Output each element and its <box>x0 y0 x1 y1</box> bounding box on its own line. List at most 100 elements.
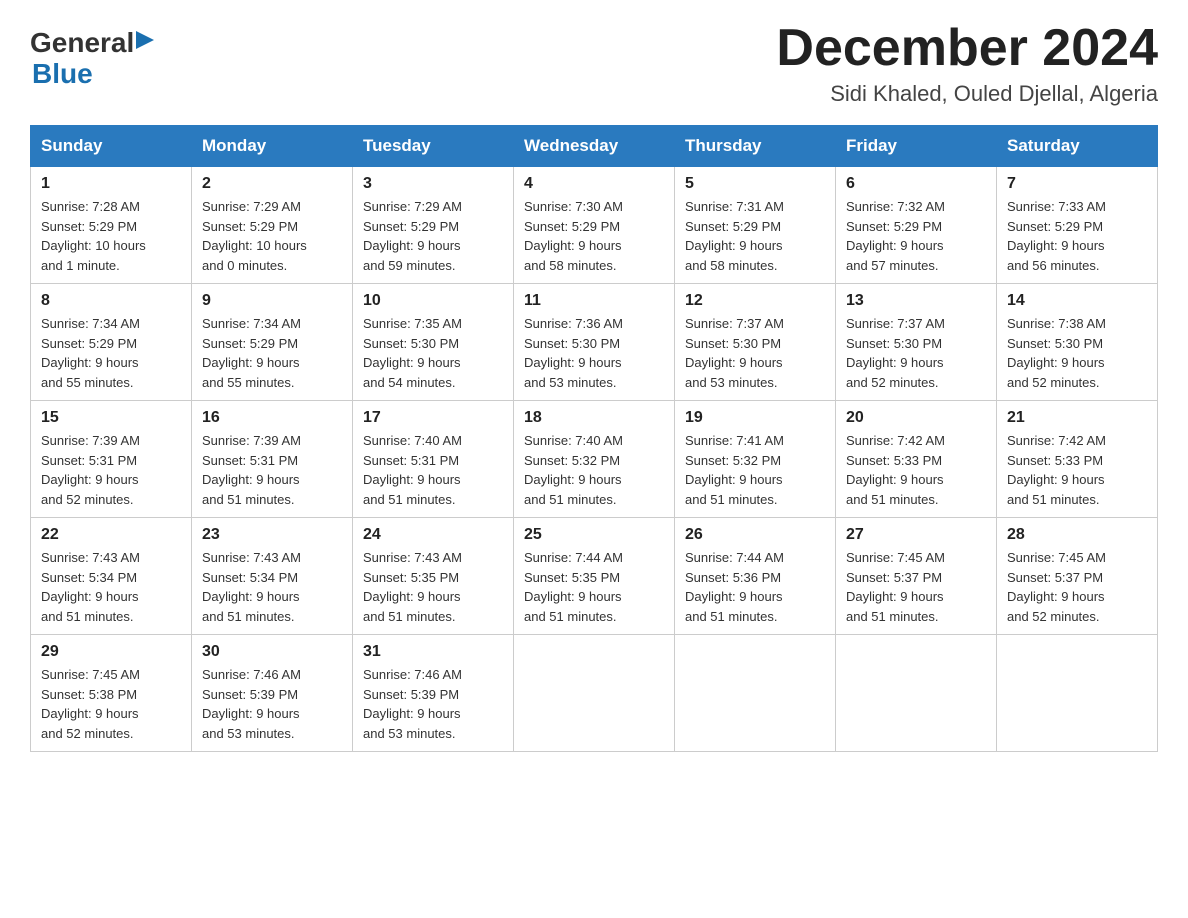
weekday-header-row: SundayMondayTuesdayWednesdayThursdayFrid… <box>31 126 1158 167</box>
day-number: 22 <box>41 526 181 544</box>
calendar-cell <box>836 635 997 752</box>
weekday-header-saturday: Saturday <box>997 126 1158 167</box>
day-info: Sunrise: 7:45 AMSunset: 5:37 PMDaylight:… <box>846 548 986 626</box>
day-info: Sunrise: 7:39 AMSunset: 5:31 PMDaylight:… <box>41 431 181 509</box>
day-info: Sunrise: 7:44 AMSunset: 5:36 PMDaylight:… <box>685 548 825 626</box>
day-number: 19 <box>685 409 825 427</box>
calendar-subtitle: Sidi Khaled, Ouled Djellal, Algeria <box>776 81 1158 107</box>
calendar-cell: 7 Sunrise: 7:33 AMSunset: 5:29 PMDaylight… <box>997 167 1158 284</box>
day-info: Sunrise: 7:31 AMSunset: 5:29 PMDaylight:… <box>685 197 825 275</box>
day-number: 4 <box>524 175 664 193</box>
calendar-cell: 27 Sunrise: 7:45 AMSunset: 5:37 PMDayligh… <box>836 518 997 635</box>
calendar-cell: 21 Sunrise: 7:42 AMSunset: 5:33 PMDayligh… <box>997 401 1158 518</box>
day-number: 7 <box>1007 175 1147 193</box>
calendar-cell: 18Sunrise: 7:40 AMSunset: 5:32 PMDayligh… <box>514 401 675 518</box>
day-info: Sunrise: 7:37 AMSunset: 5:30 PMDaylight:… <box>685 314 825 392</box>
calendar-cell: 6Sunrise: 7:32 AMSunset: 5:29 PMDaylight… <box>836 167 997 284</box>
calendar-week-row: 8 Sunrise: 7:34 AMSunset: 5:29 PMDaylight… <box>31 284 1158 401</box>
calendar-cell: 24 Sunrise: 7:43 AMSunset: 5:35 PMDayligh… <box>353 518 514 635</box>
day-info: Sunrise: 7:45 AMSunset: 5:38 PMDaylight:… <box>41 665 181 743</box>
day-info: Sunrise: 7:39 AMSunset: 5:31 PMDaylight:… <box>202 431 342 509</box>
day-info: Sunrise: 7:35 AMSunset: 5:30 PMDaylight:… <box>363 314 503 392</box>
day-info: Sunrise: 7:43 AMSunset: 5:34 PMDaylight:… <box>202 548 342 626</box>
day-info: Sunrise: 7:46 AMSunset: 5:39 PMDaylight:… <box>363 665 503 743</box>
calendar-cell <box>997 635 1158 752</box>
day-info: Sunrise: 7:41 AMSunset: 5:32 PMDaylight:… <box>685 431 825 509</box>
calendar-cell: 23 Sunrise: 7:43 AMSunset: 5:34 PMDayligh… <box>192 518 353 635</box>
day-info: Sunrise: 7:29 AMSunset: 5:29 PMDaylight:… <box>202 197 342 275</box>
day-info: Sunrise: 7:42 AMSunset: 5:33 PMDaylight:… <box>846 431 986 509</box>
day-number: 25 <box>524 526 664 544</box>
day-number: 5 <box>685 175 825 193</box>
day-number: 12 <box>685 292 825 310</box>
calendar-cell: 3 Sunrise: 7:29 AMSunset: 5:29 PMDaylight… <box>353 167 514 284</box>
calendar-cell: 31 Sunrise: 7:46 AMSunset: 5:39 PMDayligh… <box>353 635 514 752</box>
calendar-cell: 25 Sunrise: 7:44 AMSunset: 5:35 PMDayligh… <box>514 518 675 635</box>
calendar-cell: 20Sunrise: 7:42 AMSunset: 5:33 PMDayligh… <box>836 401 997 518</box>
day-info: Sunrise: 7:30 AMSunset: 5:29 PMDaylight:… <box>524 197 664 275</box>
calendar-cell <box>675 635 836 752</box>
day-number: 21 <box>1007 409 1147 427</box>
day-number: 8 <box>41 292 181 310</box>
calendar-cell: 28Sunrise: 7:45 AMSunset: 5:37 PMDayligh… <box>997 518 1158 635</box>
calendar-cell <box>514 635 675 752</box>
day-number: 29 <box>41 643 181 661</box>
calendar-cell: 14 Sunrise: 7:38 AMSunset: 5:30 PMDayligh… <box>997 284 1158 401</box>
day-info: Sunrise: 7:37 AMSunset: 5:30 PMDaylight:… <box>846 314 986 392</box>
weekday-header-monday: Monday <box>192 126 353 167</box>
calendar-cell: 30Sunrise: 7:46 AMSunset: 5:39 PMDayligh… <box>192 635 353 752</box>
calendar-cell: 15 Sunrise: 7:39 AMSunset: 5:31 PMDayligh… <box>31 401 192 518</box>
day-number: 15 <box>41 409 181 427</box>
logo-general: General <box>30 28 134 59</box>
calendar-week-row: 22 Sunrise: 7:43 AMSunset: 5:34 PMDayligh… <box>31 518 1158 635</box>
calendar-cell: 26 Sunrise: 7:44 AMSunset: 5:36 PMDayligh… <box>675 518 836 635</box>
day-info: Sunrise: 7:42 AMSunset: 5:33 PMDaylight:… <box>1007 431 1147 509</box>
logo: General Blue <box>30 28 158 90</box>
day-info: Sunrise: 7:40 AMSunset: 5:31 PMDaylight:… <box>363 431 503 509</box>
day-info: Sunrise: 7:34 AMSunset: 5:29 PMDaylight:… <box>202 314 342 392</box>
logo-arrow-icon <box>136 29 158 51</box>
calendar-cell: 5 Sunrise: 7:31 AMSunset: 5:29 PMDaylight… <box>675 167 836 284</box>
calendar-cell: 4 Sunrise: 7:30 AMSunset: 5:29 PMDaylight… <box>514 167 675 284</box>
calendar-cell: 10 Sunrise: 7:35 AMSunset: 5:30 PMDayligh… <box>353 284 514 401</box>
day-info: Sunrise: 7:28 AMSunset: 5:29 PMDaylight:… <box>41 197 181 275</box>
day-info: Sunrise: 7:36 AMSunset: 5:30 PMDaylight:… <box>524 314 664 392</box>
calendar-cell: 29 Sunrise: 7:45 AMSunset: 5:38 PMDayligh… <box>31 635 192 752</box>
day-info: Sunrise: 7:44 AMSunset: 5:35 PMDaylight:… <box>524 548 664 626</box>
calendar-cell: 11 Sunrise: 7:36 AMSunset: 5:30 PMDayligh… <box>514 284 675 401</box>
calendar-table: SundayMondayTuesdayWednesdayThursdayFrid… <box>30 125 1158 752</box>
page-header: General Blue December 2024 Sidi Khaled, … <box>30 20 1158 107</box>
calendar-cell: 13 Sunrise: 7:37 AMSunset: 5:30 PMDayligh… <box>836 284 997 401</box>
day-number: 18 <box>524 409 664 427</box>
day-number: 23 <box>202 526 342 544</box>
calendar-cell: 8 Sunrise: 7:34 AMSunset: 5:29 PMDaylight… <box>31 284 192 401</box>
day-number: 11 <box>524 292 664 310</box>
day-info: Sunrise: 7:38 AMSunset: 5:30 PMDaylight:… <box>1007 314 1147 392</box>
day-number: 3 <box>363 175 503 193</box>
day-info: Sunrise: 7:29 AMSunset: 5:29 PMDaylight:… <box>363 197 503 275</box>
weekday-header-wednesday: Wednesday <box>514 126 675 167</box>
day-number: 14 <box>1007 292 1147 310</box>
day-info: Sunrise: 7:33 AMSunset: 5:29 PMDaylight:… <box>1007 197 1147 275</box>
day-number: 10 <box>363 292 503 310</box>
weekday-header-friday: Friday <box>836 126 997 167</box>
day-info: Sunrise: 7:43 AMSunset: 5:35 PMDaylight:… <box>363 548 503 626</box>
day-number: 1 <box>41 175 181 193</box>
weekday-header-sunday: Sunday <box>31 126 192 167</box>
day-number: 13 <box>846 292 986 310</box>
day-info: Sunrise: 7:45 AMSunset: 5:37 PMDaylight:… <box>1007 548 1147 626</box>
day-number: 31 <box>363 643 503 661</box>
weekday-header-tuesday: Tuesday <box>353 126 514 167</box>
day-info: Sunrise: 7:34 AMSunset: 5:29 PMDaylight:… <box>41 314 181 392</box>
day-number: 27 <box>846 526 986 544</box>
day-number: 24 <box>363 526 503 544</box>
calendar-title-area: December 2024 Sidi Khaled, Ouled Djellal… <box>776 20 1158 107</box>
calendar-cell: 9Sunrise: 7:34 AMSunset: 5:29 PMDaylight… <box>192 284 353 401</box>
calendar-cell: 16Sunrise: 7:39 AMSunset: 5:31 PMDayligh… <box>192 401 353 518</box>
calendar-cell: 19 Sunrise: 7:41 AMSunset: 5:32 PMDayligh… <box>675 401 836 518</box>
day-info: Sunrise: 7:32 AMSunset: 5:29 PMDaylight:… <box>846 197 986 275</box>
day-number: 26 <box>685 526 825 544</box>
calendar-cell: 1 Sunrise: 7:28 AMSunset: 5:29 PMDaylight… <box>31 167 192 284</box>
calendar-cell: 17Sunrise: 7:40 AMSunset: 5:31 PMDayligh… <box>353 401 514 518</box>
calendar-week-row: 15 Sunrise: 7:39 AMSunset: 5:31 PMDayligh… <box>31 401 1158 518</box>
